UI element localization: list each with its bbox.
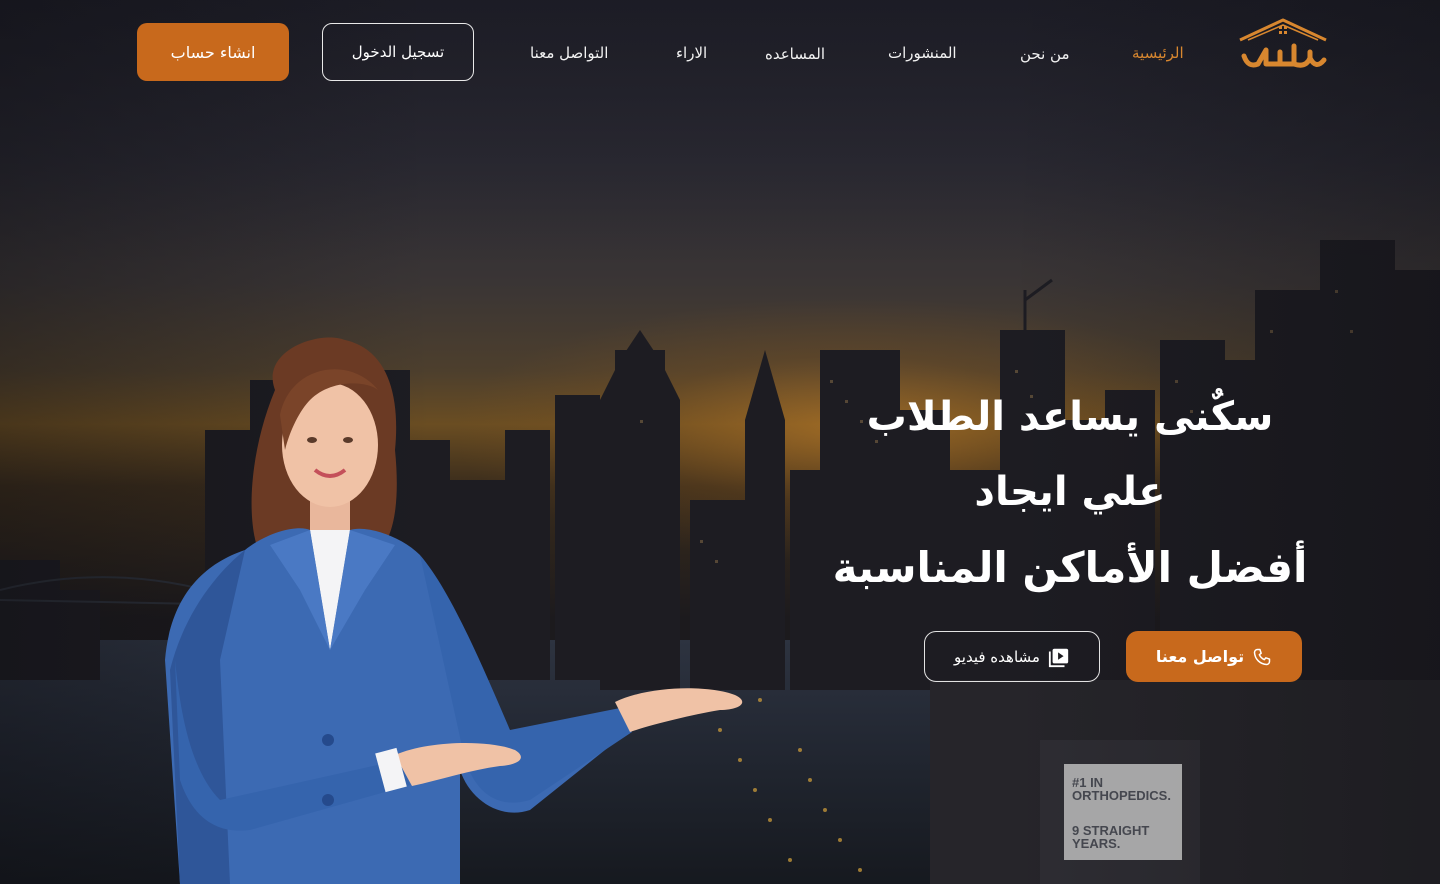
contact-us-button[interactable]: تواصل معنا bbox=[1126, 631, 1302, 682]
watch-video-button[interactable]: مشاهده فيديو bbox=[924, 631, 1100, 682]
nav-item-home[interactable]: الرئيسية bbox=[1132, 44, 1184, 62]
phone-icon bbox=[1253, 648, 1271, 665]
login-button[interactable]: تسجيل الدخول bbox=[322, 23, 474, 81]
play-video-icon bbox=[1048, 648, 1069, 667]
top-navigation-bar: الرئيسية من نحن المنشورات المساعده الارا… bbox=[0, 0, 1440, 110]
signup-button[interactable]: انشاء حساب bbox=[137, 23, 289, 81]
billboard-sign: #1 IN ORTHOPEDICS. 9 STRAIGHT YEARS. bbox=[1064, 764, 1182, 860]
billboard-line-2: ORTHOPEDICS. bbox=[1072, 788, 1171, 803]
nav-item-help[interactable]: المساعده bbox=[765, 45, 825, 63]
nav-item-posts[interactable]: المنشورات bbox=[888, 44, 957, 62]
billboard-line-4: YEARS. bbox=[1072, 836, 1121, 851]
nav-item-contact[interactable]: التواصل معنا bbox=[530, 44, 608, 62]
contact-us-label: تواصل معنا bbox=[1155, 647, 1245, 666]
hero-title-line-2: علي ايجاد bbox=[974, 469, 1166, 515]
presenter-woman-image bbox=[165, 337, 743, 884]
billboard-line-1: #1 IN bbox=[1072, 775, 1104, 790]
nav-item-about[interactable]: من نحن bbox=[1020, 45, 1070, 63]
house-roof-logo-icon bbox=[1239, 18, 1327, 68]
hero-headline: سكٌنى يساعد الطلاب علي ايجاد أفضل الأماك… bbox=[830, 380, 1310, 605]
hero-title-line-1: سكٌنى يساعد الطلاب bbox=[866, 394, 1274, 440]
sakany-logo[interactable] bbox=[1236, 16, 1330, 74]
hero-title-line-3: أفضل الأماكن المناسبة bbox=[832, 543, 1308, 592]
watch-video-label: مشاهده فيديو bbox=[954, 647, 1040, 666]
billboard-line-3: 9 STRAIGHT bbox=[1072, 823, 1150, 838]
nav-item-reviews[interactable]: الاراء bbox=[676, 44, 707, 62]
